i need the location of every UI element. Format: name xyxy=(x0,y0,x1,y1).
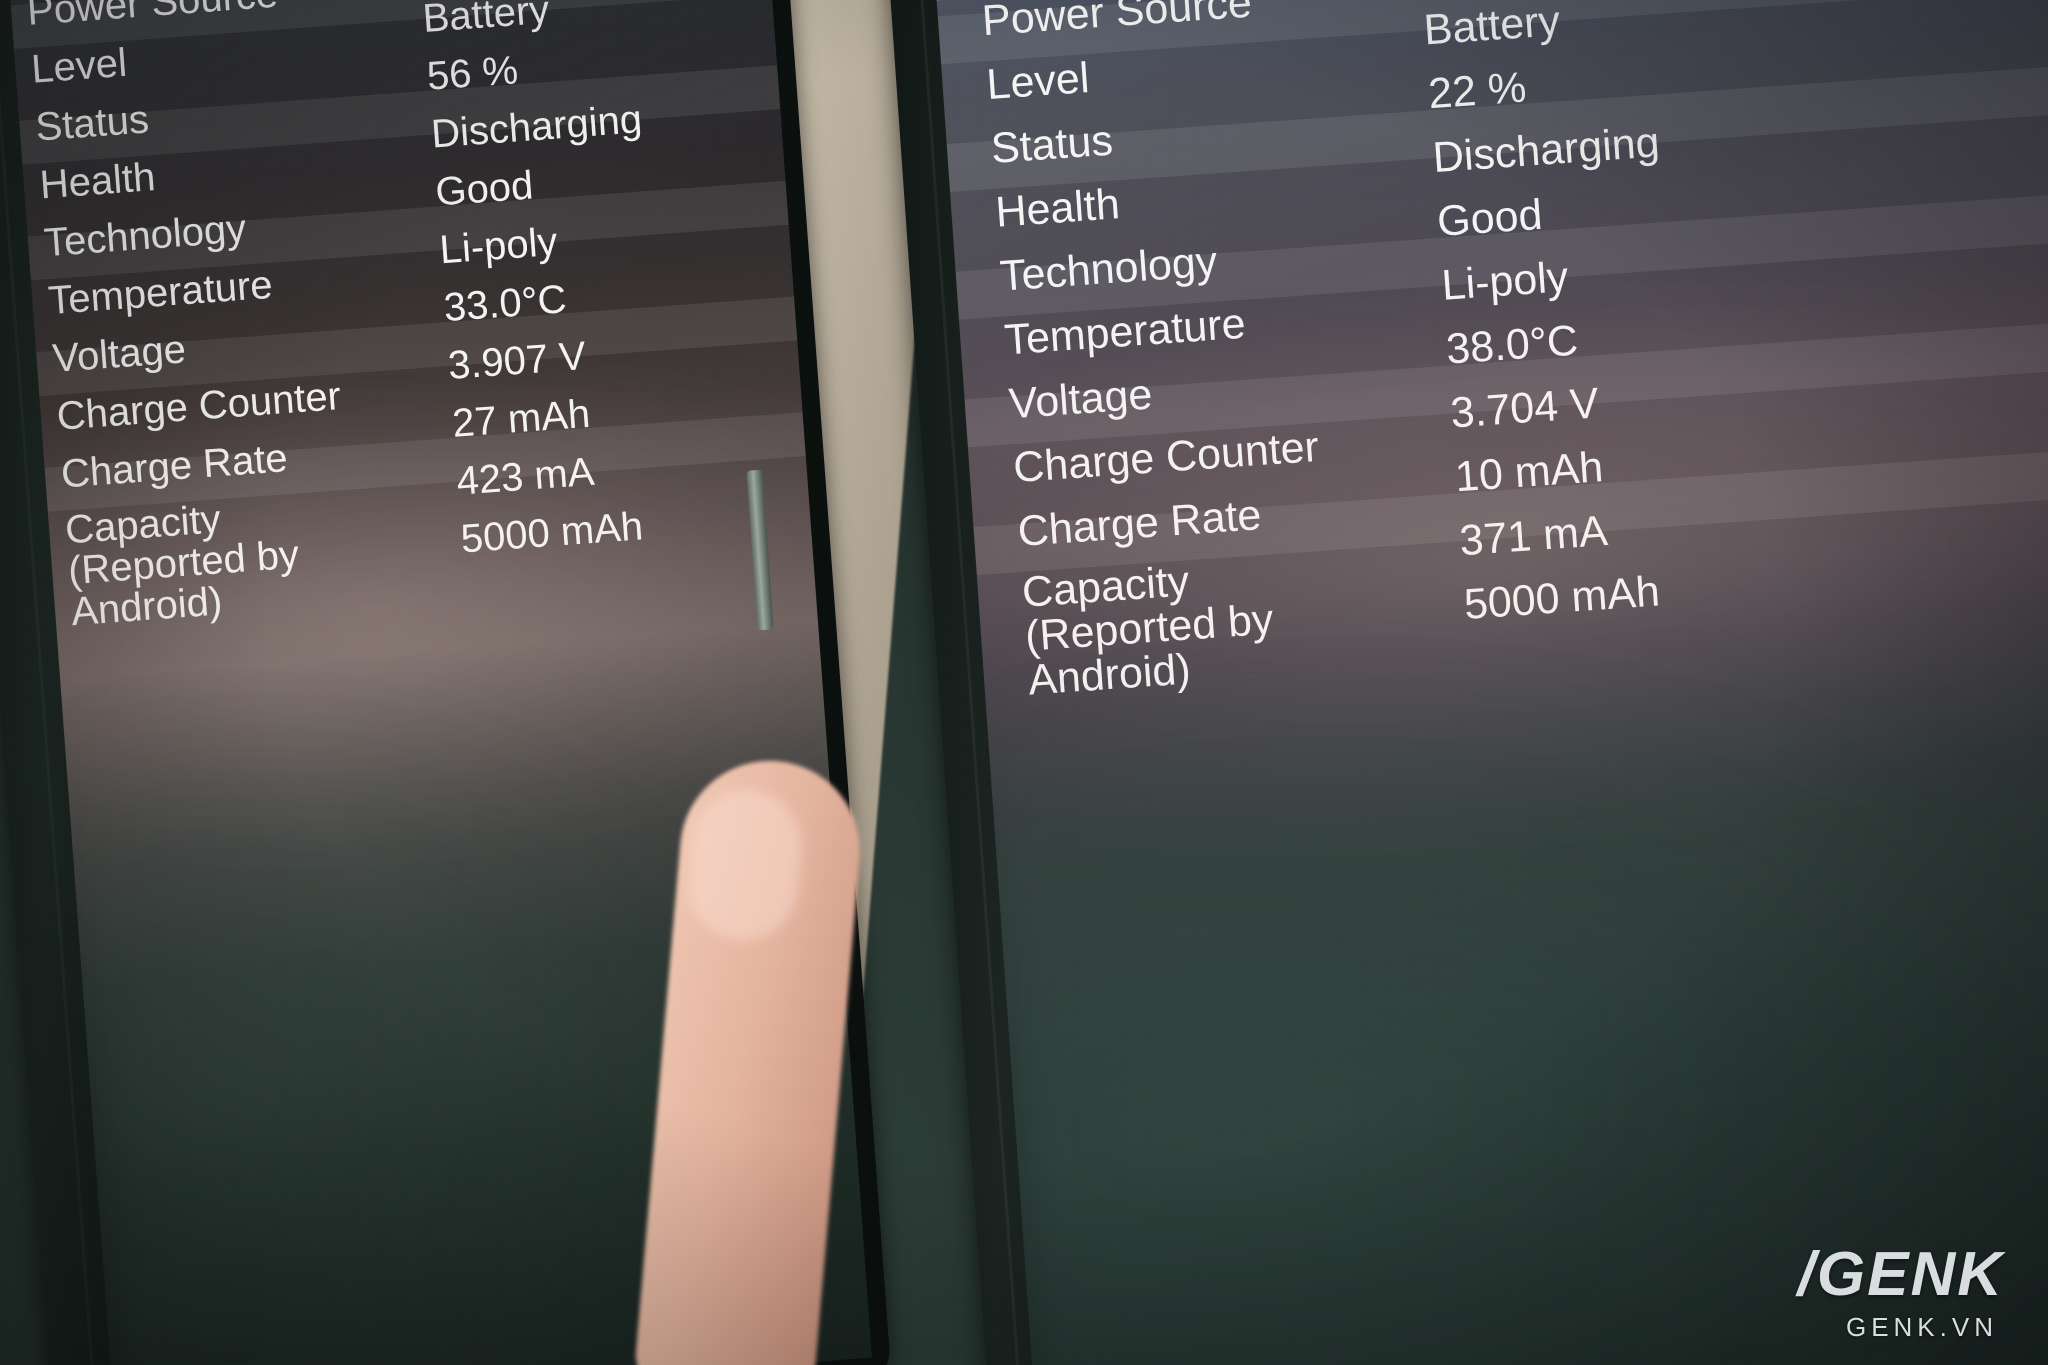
watermark-logo: /GENK xyxy=(1797,1240,2004,1309)
right-phone: AIDA64 / Battery Power SourceBatteryLeve… xyxy=(880,0,2048,1365)
left-battery-list[interactable]: Power Source Battery Level 56 % Status Discha… xyxy=(10,0,817,661)
watermark-url: GENK.VN xyxy=(1845,1312,1998,1342)
right-battery-list[interactable]: Power Source Battery Level 22 % Status Discha… xyxy=(937,0,2048,739)
photo-scene: Power Source Battery Level 56 % Status Discha… xyxy=(0,0,2048,1365)
genk-watermark: /GENK GENK.VN xyxy=(1798,1244,2004,1343)
right-phone-screen: AIDA64 / Battery Power SourceBatteryLeve… xyxy=(929,0,2048,1365)
